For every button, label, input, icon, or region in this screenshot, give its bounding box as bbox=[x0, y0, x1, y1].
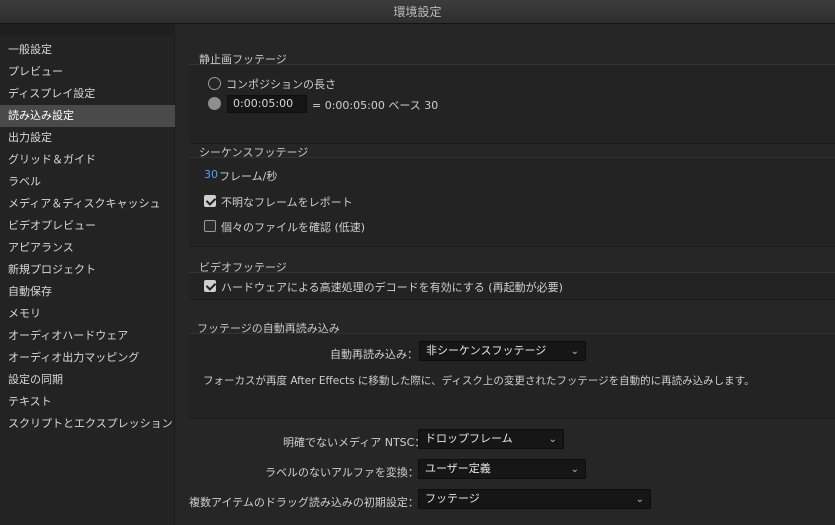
sidebar-item-general[interactable]: 一般設定 bbox=[0, 39, 175, 61]
fps-unit: フレーム/秒 bbox=[219, 170, 278, 183]
drag-import-dropdown[interactable]: フッテージ ⌄ bbox=[418, 489, 651, 509]
sidebar-item-scripting-expressions[interactable]: スクリプトとエクスプレッション bbox=[0, 413, 175, 435]
sidebar-item-appearance[interactable]: アピアランス bbox=[0, 237, 175, 259]
verify-files-checkbox[interactable] bbox=[204, 220, 216, 232]
sidebar-item-media-cache[interactable]: メディア＆ディスクキャッシュ bbox=[0, 193, 175, 215]
window-title: 環境設定 bbox=[393, 5, 442, 19]
drag-import-value: フッテージ bbox=[425, 492, 480, 505]
sidebar-item-video-preview[interactable]: ビデオプレビュー bbox=[0, 215, 175, 237]
sidebar-item-display[interactable]: ディスプレイ設定 bbox=[0, 83, 175, 105]
sidebar-item-type[interactable]: テキスト bbox=[0, 391, 175, 413]
sidebar-item-memory[interactable]: メモリ bbox=[0, 303, 175, 325]
sidebar-item-output[interactable]: 出力設定 bbox=[0, 127, 175, 149]
chevron-down-icon: ⌄ bbox=[548, 434, 557, 445]
auto-reload-dropdown[interactable]: 非シーケンスフッテージ ⌄ bbox=[419, 341, 586, 361]
hw-decode-label: ハードウェアによる高速処理のデコードを有効にする (再起動が必要) bbox=[221, 281, 563, 294]
drag-import-label: 複数アイテムのドラッグ読み込みの初期設定： bbox=[189, 496, 419, 509]
ntsc-dropdown[interactable]: ドロップフレーム ⌄ bbox=[418, 429, 564, 449]
comp-length-radio[interactable] bbox=[208, 77, 221, 90]
alpha-label: ラベルのないアルファを変換： bbox=[265, 466, 419, 479]
verify-files-label: 個々のファイルを確認 (低速) bbox=[221, 221, 366, 234]
sidebar-item-sync-settings[interactable]: 設定の同期 bbox=[0, 369, 175, 391]
auto-reload-description: フォーカスが再度 After Effects に移動した際に、ディスク上の変更さ… bbox=[203, 375, 755, 387]
fps-value[interactable]: 30 bbox=[204, 168, 218, 181]
chevron-down-icon: ⌄ bbox=[635, 494, 644, 505]
window-titlebar: 環境設定 bbox=[0, 0, 835, 24]
alpha-value: ユーザー定義 bbox=[425, 462, 491, 475]
comp-length-label: コンポジションの長さ bbox=[226, 78, 336, 91]
sidebar-item-audio-hardware[interactable]: オーディオハードウェア bbox=[0, 325, 175, 347]
duration-equals-label: = 0:00:05:00 ベース 30 bbox=[312, 99, 439, 112]
sidebar-item-labels[interactable]: ラベル bbox=[0, 171, 175, 193]
alpha-dropdown[interactable]: ユーザー定義 ⌄ bbox=[418, 459, 586, 479]
auto-reload-value: 非シーケンスフッテージ bbox=[426, 344, 547, 357]
hw-decode-checkbox[interactable] bbox=[204, 280, 216, 292]
sidebar-item-previews[interactable]: プレビュー bbox=[0, 61, 175, 83]
import-settings-panel: 静止画フッテージ コンポジションの長さ 0:00:05:00 = 0:00:05… bbox=[175, 24, 835, 525]
sidebar-item-auto-save[interactable]: 自動保存 bbox=[0, 281, 175, 303]
sidebar-item-grids-guides[interactable]: グリッド＆ガイド bbox=[0, 149, 175, 171]
sidebar: 一般設定 プレビュー ディスプレイ設定 読み込み設定 出力設定 グリッド＆ガイド… bbox=[0, 36, 175, 525]
sidebar-item-new-project[interactable]: 新規プロジェクト bbox=[0, 259, 175, 281]
ntsc-label: 明確でないメディア NTSC： bbox=[283, 436, 426, 449]
duration-input[interactable]: 0:00:05:00 bbox=[227, 95, 307, 113]
duration-radio[interactable] bbox=[208, 97, 221, 110]
report-missing-frames-checkbox[interactable] bbox=[204, 195, 216, 207]
sidebar-item-audio-output-mapping[interactable]: オーディオ出力マッピング bbox=[0, 347, 175, 369]
chevron-down-icon: ⌄ bbox=[570, 464, 579, 475]
sidebar-item-import[interactable]: 読み込み設定 bbox=[0, 105, 175, 127]
chevron-down-icon: ⌄ bbox=[570, 346, 579, 357]
ntsc-value: ドロップフレーム bbox=[425, 432, 513, 445]
report-missing-frames-label: 不明なフレームをレポート bbox=[221, 196, 353, 209]
auto-reload-label: 自動再読み込み： bbox=[330, 348, 418, 361]
